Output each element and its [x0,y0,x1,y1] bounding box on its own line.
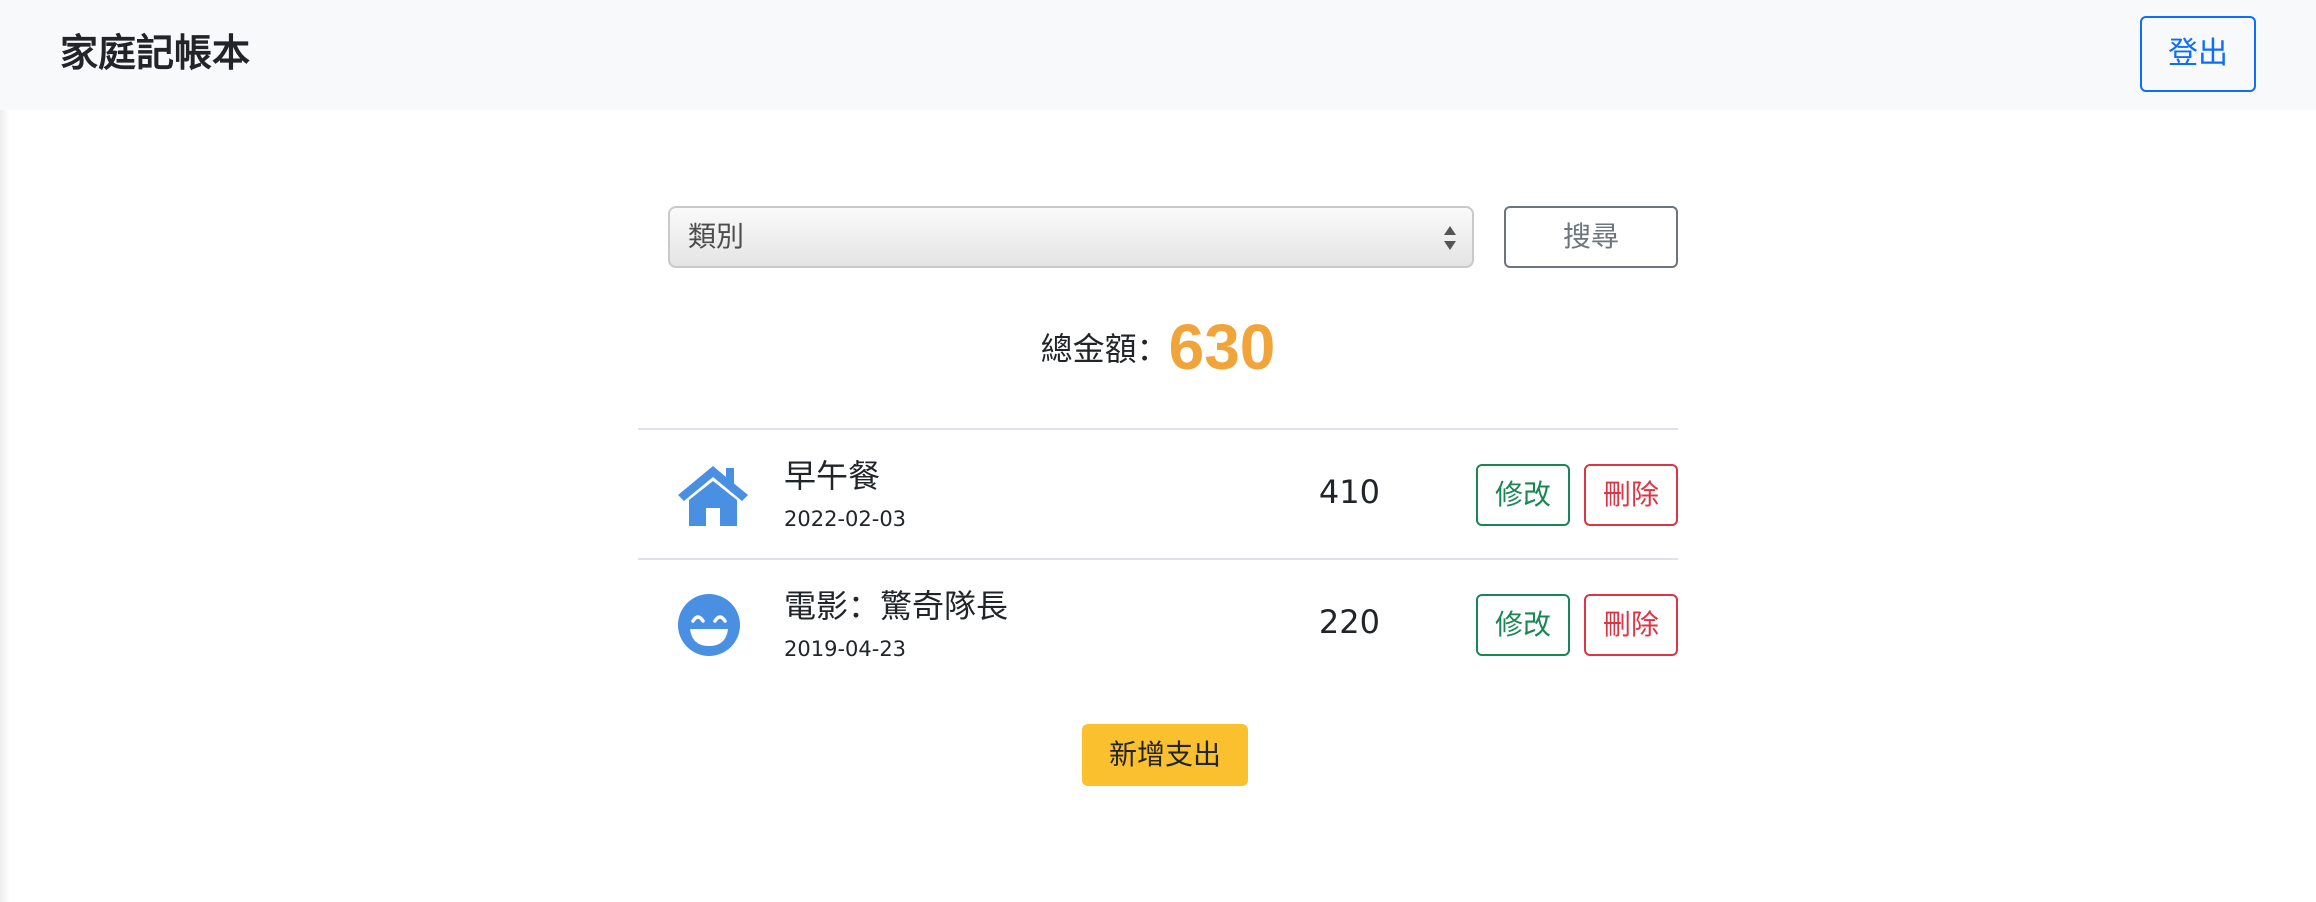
app-brand[interactable]: 家庭記帳本 [60,26,250,80]
grin-face-icon [678,594,740,656]
expense-title: 電影：驚奇隊長 [784,587,1009,625]
expense-date: 2019-04-23 [784,637,907,661]
expense-row: 電影：驚奇隊長 2019-04-23 220 修改 刪除 [638,558,1678,688]
category-select-value: 類別 [688,220,745,253]
category-select[interactable]: 類別 [668,206,1474,268]
delete-button[interactable]: 刪除 [1584,464,1678,526]
expense-amount: 220 [1318,603,1380,641]
expense-amount: 410 [1318,473,1380,511]
edit-button[interactable]: 修改 [1476,464,1570,526]
total-label: 總金額： [1040,330,1169,368]
page-edge-shadow [0,0,10,902]
select-arrows-icon [1444,226,1456,250]
add-expense-button[interactable]: 新增支出 [1082,724,1248,786]
total-amount: 總金額：630 [0,310,2316,390]
edit-button[interactable]: 修改 [1476,594,1570,656]
search-button[interactable]: 搜尋 [1504,206,1678,268]
expense-date: 2022-02-03 [784,507,907,531]
expense-title: 早午餐 [784,457,881,495]
expense-list: 早午餐 2022-02-03 410 修改 刪除 電影：驚奇隊長 2019-04… [638,428,1678,688]
navbar: 家庭記帳本 登出 [0,0,2316,110]
logout-button[interactable]: 登出 [2140,16,2256,92]
expense-row: 早午餐 2022-02-03 410 修改 刪除 [638,428,1678,558]
total-value: 630 [1168,311,1276,383]
delete-button[interactable]: 刪除 [1584,594,1678,656]
home-icon [678,466,748,526]
